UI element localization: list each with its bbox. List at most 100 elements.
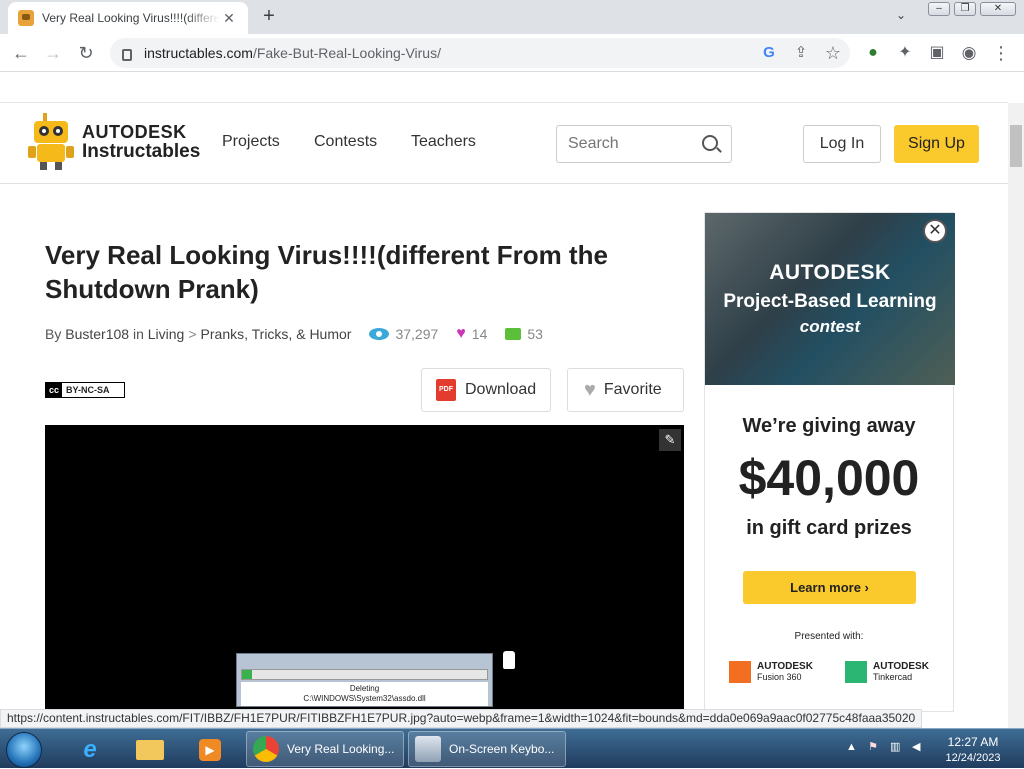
fake-progress-bar <box>241 669 488 680</box>
minimize-window-icon[interactable]: – <box>928 2 950 16</box>
extensions-puzzle-icon[interactable]: ✦ <box>894 42 916 64</box>
windows-taskbar: e ▶ Very Real Looking... On-Screen Keybo… <box>0 728 1024 768</box>
restore-window-icon[interactable]: ❐ <box>954 2 976 16</box>
ad-close-icon[interactable]: ✕ <box>923 219 947 243</box>
browser-tab-active[interactable]: Very Real Looking Virus!!!!(different Fr… <box>8 2 248 34</box>
ad-giving-text: We’re giving away <box>742 415 916 437</box>
nav-contests[interactable]: Contests <box>314 133 377 151</box>
forward-arrow-icon[interactable]: → <box>42 42 64 64</box>
address-bar[interactable]: instructables.com/Fake-But-Real-Looking-… <box>110 38 850 68</box>
tinkercad-name: Tinkercad <box>873 672 913 682</box>
license-badge[interactable]: cc BY-NC-SA <box>45 382 125 398</box>
dialog-text: Deleting C:\WINDOWS\System32\assdo.dll <box>241 682 488 706</box>
start-button-icon[interactable] <box>6 732 42 768</box>
brand-autodesk[interactable]: AUTODESK <box>82 122 187 143</box>
comments-icon <box>505 328 522 340</box>
category-link[interactable]: Living <box>148 326 185 342</box>
dialog-text-line1: Deleting <box>349 684 380 693</box>
favorite-label: Favorite <box>603 381 662 398</box>
ad-contest: contest <box>799 317 861 336</box>
site-favicon-icon <box>18 10 34 26</box>
sidebar-ad[interactable]: AUTODESK Project-Based Learning contest … <box>704 212 955 712</box>
taskbar-chrome-task[interactable]: Very Real Looking... <box>246 731 404 767</box>
task1-label: Very Real Looking... <box>287 742 395 756</box>
in-label: in <box>132 326 144 342</box>
eye-icon <box>369 328 390 340</box>
browser-tab-strip: Very Real Looking Virus!!!!(different Fr… <box>0 0 1024 34</box>
close-window-icon[interactable]: ✕ <box>980 2 1016 16</box>
article-meta: By Buster108 in Living > Pranks, Tricks,… <box>45 325 543 343</box>
fusion-brand: AUTODESK <box>757 661 813 672</box>
nav-projects[interactable]: Projects <box>222 133 280 151</box>
volume-muted-icon[interactable]: ◀ <box>912 740 920 753</box>
nav-teachers[interactable]: Teachers <box>411 133 476 151</box>
keyboard-icon <box>415 736 441 762</box>
browser-toolbar: ← → ↻ instructables.com/Fake-But-Real-Lo… <box>0 34 1024 72</box>
taskbar-osk-task[interactable]: On-Screen Keybo... <box>408 731 566 767</box>
side-panel-icon[interactable]: ▣ <box>926 42 948 64</box>
profile-avatar-icon[interactable]: ◉ <box>958 42 980 64</box>
ad-subtitle: Project-Based Learning <box>723 291 937 312</box>
search-icon[interactable] <box>702 135 718 151</box>
tray-expand-icon[interactable]: ▲ <box>846 741 857 753</box>
tinkercad-icon <box>845 661 867 683</box>
taskbar-date[interactable]: 12/24/2023 <box>938 752 1008 764</box>
back-arrow-icon[interactable]: ← <box>10 42 32 64</box>
fake-progress-fill <box>242 670 252 679</box>
ad-presented-with: Presented with: <box>794 631 864 642</box>
ad-fusion360-logo: AUTODESK Fusion 360 <box>729 661 813 683</box>
ad-amount: $40,000 <box>738 450 920 506</box>
login-button[interactable]: Log In <box>803 125 881 163</box>
tab-search-chevron-icon[interactable]: ⌄ <box>896 8 906 22</box>
lock-icon <box>122 49 132 61</box>
extension-globe-icon[interactable]: ● <box>862 42 884 64</box>
comments-count: 53 <box>527 326 543 342</box>
ad-gift-text: in gift card prizes <box>746 517 912 539</box>
url-host: instructables.com <box>144 45 253 61</box>
article-title: Very Real Looking Virus!!!!(different Fr… <box>45 240 608 304</box>
tab-close-icon[interactable]: ✕ <box>220 10 238 27</box>
subcategory-link[interactable]: Pranks, Tricks, & Humor <box>201 326 352 342</box>
new-tab-button[interactable]: + <box>258 6 280 26</box>
bookmark-star-icon[interactable]: ☆ <box>822 42 844 64</box>
reload-icon[interactable]: ↻ <box>75 42 97 64</box>
share-icon[interactable]: ⇪ <box>790 42 812 64</box>
signup-button[interactable]: Sign Up <box>894 125 979 163</box>
license-text: BY-NC-SA <box>66 385 110 395</box>
download-button[interactable]: PDF Download <box>421 368 551 412</box>
ad-learn-more-button[interactable]: Learn more › <box>743 571 916 604</box>
author-link[interactable]: Buster108 <box>65 326 129 342</box>
scrollbar-thumb[interactable] <box>1010 125 1022 167</box>
file-explorer-icon[interactable] <box>130 733 170 767</box>
page-scrollbar[interactable] <box>1008 103 1024 728</box>
pencil-edit-icon[interactable]: ✎ <box>659 429 681 451</box>
heart-outline-icon: ♥ <box>584 378 596 401</box>
task2-label: On-Screen Keybo... <box>449 742 555 756</box>
ad-brand: AUTODESK <box>769 261 891 284</box>
web-page: AUTODESK Instructables Projects Contests… <box>0 72 1008 728</box>
instructables-robot-logo-icon[interactable] <box>28 113 74 171</box>
breadcrumb-separator: > <box>188 326 197 342</box>
fusion-name: Fusion 360 <box>757 672 802 682</box>
comments-stat[interactable]: 53 <box>505 326 543 342</box>
tinkercad-brand: AUTODESK <box>873 661 929 672</box>
google-lens-icon[interactable]: G <box>758 42 780 64</box>
fake-virus-dialog: Deleting C:\WINDOWS\System32\assdo.dll <box>236 653 493 707</box>
status-bar-url: https://content.instructables.com/FIT/IB… <box>0 709 923 728</box>
brand-instructables[interactable]: Instructables <box>82 141 200 163</box>
network-icon[interactable]: ▥ <box>890 740 900 753</box>
hand-cursor-icon <box>502 650 516 670</box>
ad-tinkercad-logo: AUTODESK Tinkercad <box>845 661 929 683</box>
media-player-icon[interactable]: ▶ <box>190 733 230 767</box>
internet-explorer-icon[interactable]: e <box>70 733 110 767</box>
url-path: /Fake-But-Real-Looking-Virus/ <box>252 45 441 61</box>
heart-icon: ♥ <box>456 325 466 342</box>
by-label: By <box>45 326 62 342</box>
action-center-flag-icon[interactable]: ⚑ <box>868 740 878 753</box>
taskbar-time[interactable]: 12:27 AM <box>938 735 1008 749</box>
favorite-button[interactable]: ♥ Favorite <box>567 368 684 412</box>
article-image-viewer[interactable]: ✎ Deleting C:\WINDOWS\System32\assdo.dll <box>45 425 684 728</box>
favorites-count: 14 <box>471 326 488 342</box>
views-stat: 37,297 <box>369 326 438 342</box>
browser-menu-icon[interactable]: ⋮ <box>990 42 1012 64</box>
